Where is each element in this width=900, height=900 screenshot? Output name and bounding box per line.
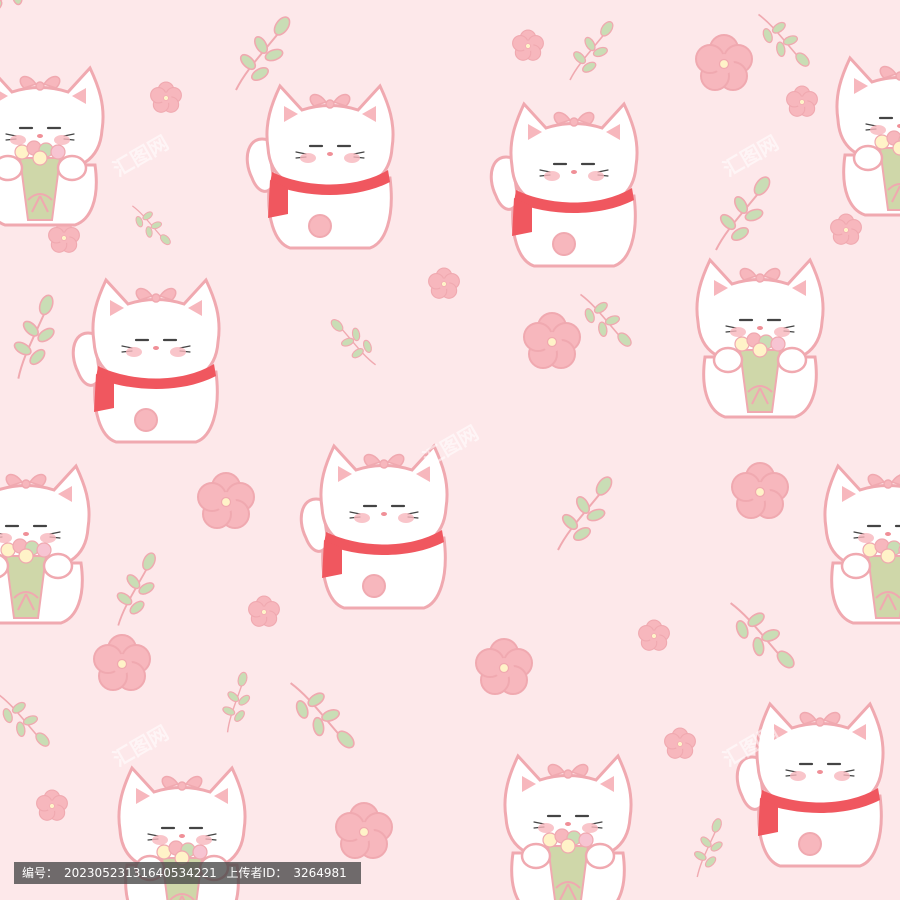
id-label: 编号： bbox=[22, 866, 59, 880]
id-value: 20230523131640534221 bbox=[64, 866, 217, 880]
uploader-label: 上传者ID： bbox=[226, 866, 288, 880]
seamless-pattern bbox=[0, 0, 900, 900]
watermark-footer: 编号： 20230523131640534221 上传者ID： 3264981 bbox=[14, 862, 361, 884]
uploader-value: 3264981 bbox=[293, 866, 347, 880]
